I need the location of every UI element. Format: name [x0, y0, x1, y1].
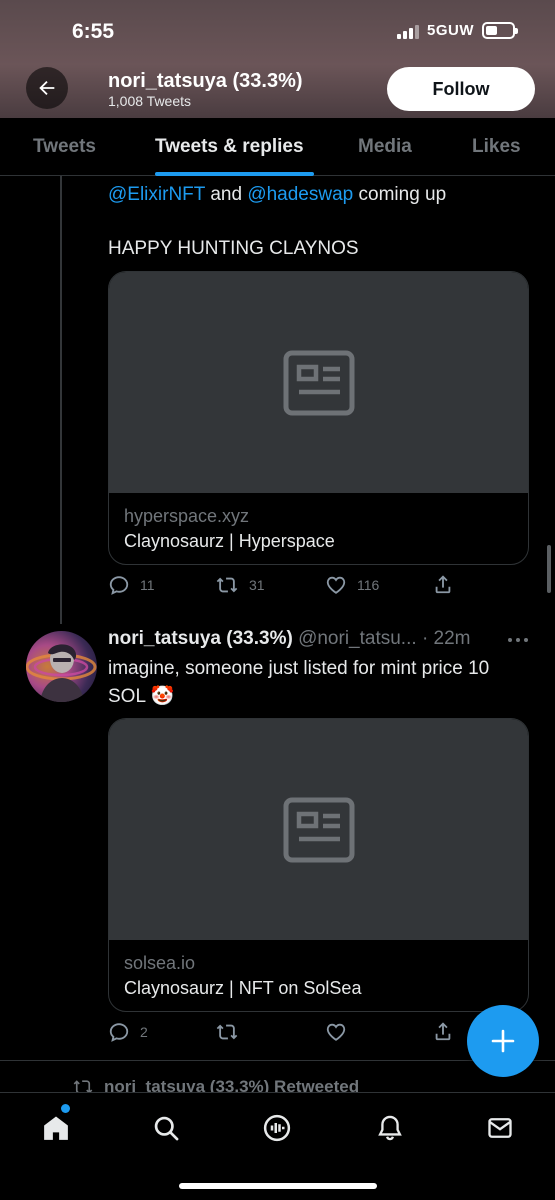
tab-tweets-replies[interactable]: Tweets & replies [155, 136, 304, 158]
follow-button[interactable]: Follow [387, 67, 535, 111]
more-options-icon[interactable] [508, 638, 528, 642]
home-icon [44, 1116, 68, 1140]
share-button[interactable] [432, 573, 454, 595]
like-button[interactable]: 116 [325, 574, 379, 596]
nav-messages[interactable] [483, 1111, 517, 1145]
plus-icon [491, 1029, 515, 1053]
network-label: 5GUW [427, 22, 474, 39]
tweet1-text-line2: HAPPY HUNTING CLAYNOS [108, 238, 359, 259]
tweet-count: 1,008 Tweets [108, 93, 192, 109]
card-title: Claynosaurz | Hyperspace [124, 531, 335, 551]
profile-name: nori_tatsuya (33.3%) [108, 70, 303, 92]
thread-line [60, 176, 62, 624]
share-icon [435, 575, 451, 594]
mention-elixirnft[interactable]: @ElixirNFT [108, 184, 205, 205]
bell-icon [378, 1115, 402, 1141]
like-button[interactable] [325, 1021, 347, 1043]
card-image-placeholder [109, 719, 528, 940]
profile-header: 6:55 5GUW nori_tatsuya (33.3%) 1,008 Twe… [0, 0, 555, 118]
scrollbar[interactable] [547, 545, 551, 593]
status-icons: 5GUW [397, 22, 518, 39]
share-button[interactable] [432, 1020, 454, 1042]
retweet-button[interactable] [215, 1021, 239, 1043]
tweet2-text-line2: SOL 🤡 [108, 686, 175, 707]
signal-icon [397, 23, 419, 39]
article-icon [283, 797, 354, 862]
status-time: 6:55 [72, 20, 115, 43]
card-domain: hyperspace.xyz [124, 506, 250, 526]
home-indicator[interactable] [179, 1183, 377, 1189]
mention-hadeswap[interactable]: @hadeswap [247, 184, 353, 205]
tab-likes[interactable]: Likes [472, 136, 521, 158]
tweet-time: · 22m [421, 628, 471, 649]
card-image-placeholder [109, 272, 528, 493]
back-button[interactable] [26, 67, 68, 109]
spaces-icon [263, 1114, 291, 1142]
search-icon [154, 1116, 179, 1141]
like-count: 116 [357, 577, 380, 593]
reply-icon [109, 576, 129, 595]
tweet2-text-line1: imagine, someone just listed for mint pr… [108, 658, 490, 679]
link-card[interactable]: hyperspace.xyz Claynosaurz | Hyperspace [108, 271, 529, 565]
reply-icon [109, 1023, 129, 1042]
tab-media[interactable]: Media [358, 136, 412, 158]
retweet-icon [216, 577, 238, 593]
compose-tweet-button[interactable] [467, 1005, 539, 1077]
card-title: Claynosaurz | NFT on SolSea [124, 978, 362, 998]
retweet-icon [216, 1024, 238, 1040]
nav-search[interactable] [149, 1111, 183, 1145]
reply-count: 11 [140, 577, 155, 593]
new-content-dot [61, 1104, 70, 1113]
tweet2-header: nori_tatsuya (33.3%) @nori_tatsu... · 22… [108, 628, 471, 650]
nav-notifications[interactable] [373, 1111, 407, 1145]
author-handle[interactable]: @nori_tatsu... [298, 628, 417, 649]
retweet-button[interactable]: 31 [215, 574, 265, 596]
card-domain: solsea.io [124, 953, 196, 973]
battery-icon [482, 22, 518, 39]
author-name[interactable]: nori_tatsuya (33.3%) [108, 628, 293, 649]
heart-icon [326, 576, 346, 594]
active-tab-indicator [155, 172, 314, 176]
tab-tweets[interactable]: Tweets [33, 136, 96, 158]
tweet1-text: @ElixirNFT and @hadeswap coming up [108, 184, 447, 205]
retweet-count: 31 [249, 577, 265, 593]
link-card[interactable]: solsea.io Claynosaurz | NFT on SolSea [108, 718, 529, 1012]
avatar-image [26, 644, 97, 702]
heart-icon [326, 1023, 346, 1041]
profile-tabs: Tweets Tweets & replies Media Likes [0, 118, 555, 176]
article-icon [283, 350, 354, 415]
nav-spaces[interactable] [260, 1111, 294, 1145]
nav-home[interactable] [39, 1111, 73, 1145]
avatar[interactable] [26, 631, 97, 702]
arrow-left-icon [39, 80, 55, 96]
share-icon [435, 1022, 451, 1041]
mail-icon [488, 1118, 512, 1138]
reply-button[interactable]: 11 [108, 574, 155, 596]
reply-count: 2 [140, 1024, 148, 1040]
reply-button[interactable]: 2 [108, 1021, 148, 1043]
